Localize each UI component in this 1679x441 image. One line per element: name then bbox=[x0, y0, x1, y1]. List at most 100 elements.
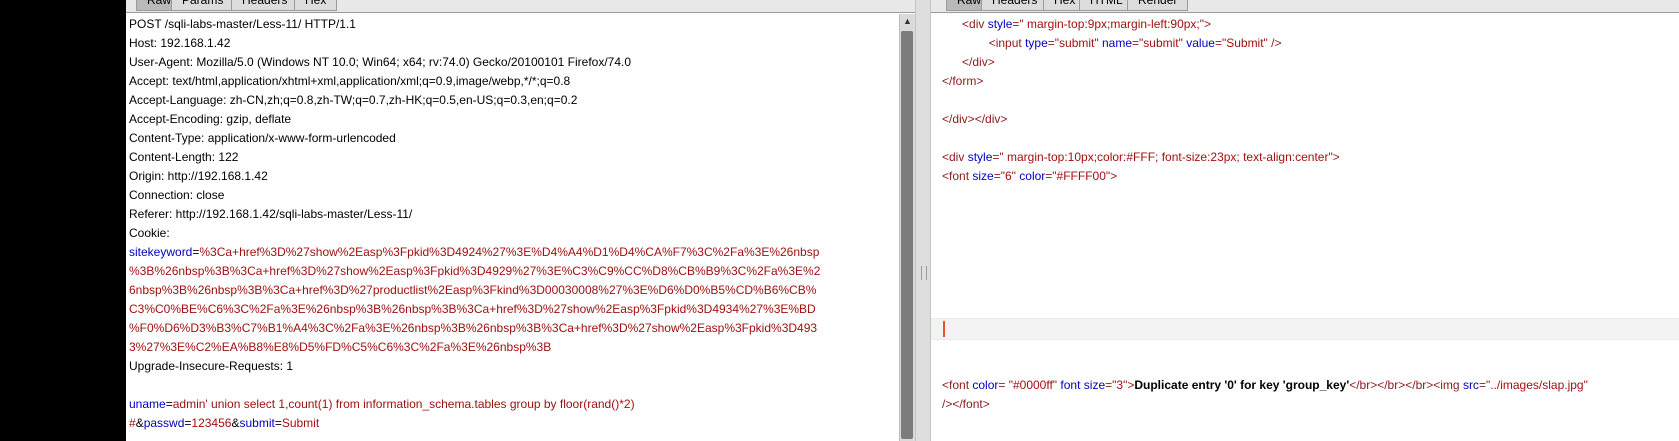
param-value: Submit bbox=[281, 416, 320, 430]
tab-request-params[interactable]: Params bbox=[171, 0, 235, 11]
tab-response-render[interactable]: Render bbox=[1127, 0, 1189, 11]
blank-area bbox=[942, 186, 1679, 376]
attr-value: "submit" bbox=[1139, 36, 1183, 50]
attr: style bbox=[967, 150, 993, 164]
attr-value: "Submit" bbox=[1221, 36, 1268, 50]
header-upgrade-insecure: Upgrade-Insecure-Requests: 1 bbox=[129, 359, 294, 373]
eq: = bbox=[1132, 36, 1140, 50]
sql-error-message: Duplicate entry '0' for key 'group_key' bbox=[1134, 378, 1350, 392]
tag: </br></br></br> bbox=[1349, 378, 1434, 392]
eq: = bbox=[1478, 378, 1486, 392]
attr: color bbox=[1019, 169, 1046, 183]
request-editor[interactable]: POST /sqli-labs-master/Less-11/ HTTP/1.1… bbox=[129, 15, 915, 441]
eq: =" bbox=[1012, 17, 1024, 31]
tag: <img bbox=[1433, 378, 1463, 392]
ampersand: & bbox=[135, 416, 144, 430]
tab-request-hex[interactable]: Hex bbox=[294, 0, 338, 11]
cookie-value: %3Ca+href%3D%27show%2Easp%3Fpkid%3D4924%… bbox=[199, 245, 820, 259]
cookie-value-cont: %F0%D6%D3%B3%C7%B1%A4%3C%2Fa%3E%26nbsp%3… bbox=[129, 321, 818, 335]
attr: name bbox=[1101, 36, 1133, 50]
attr: src bbox=[1462, 378, 1479, 392]
tag: <input bbox=[988, 36, 1026, 50]
tag: </div> bbox=[962, 55, 995, 69]
header-referer: Referer: http://192.168.1.42/sqli-labs-m… bbox=[129, 207, 413, 221]
cookie-value-cont: %3B%26nbsp%3B%3Ca+href%3D%27show%2Easp%3… bbox=[129, 264, 821, 278]
scroll-up-icon[interactable]: ▲ bbox=[900, 14, 915, 29]
scroll-thumb[interactable] bbox=[901, 31, 913, 439]
tag: <div bbox=[942, 150, 968, 164]
response-pane: Raw Headers Hex HTML Render <div style="… bbox=[931, 0, 1679, 441]
response-line: </div></div> bbox=[942, 112, 1008, 126]
attr-value: "../images/slap.jpg" bbox=[1485, 378, 1588, 392]
attr: style bbox=[987, 17, 1013, 31]
request-line: POST /sqli-labs-master/Less-11/ HTTP/1.1 bbox=[129, 17, 356, 31]
header-accept-language: Accept-Language: zh-CN,zh;q=0.8,zh-TW;q=… bbox=[129, 93, 578, 107]
equals: = bbox=[274, 416, 282, 430]
attr: font size bbox=[1060, 378, 1106, 392]
tag: > bbox=[1110, 169, 1118, 183]
cookie-value-cont: 6nbsp%3B%26nbsp%3B%3Ca+href%3D%27product… bbox=[129, 283, 817, 297]
tab-request-headers[interactable]: Headers bbox=[231, 0, 299, 11]
param-value: 123456 bbox=[191, 416, 232, 430]
response-line: </div> bbox=[942, 53, 1679, 72]
header-accept-encoding: Accept-Encoding: gzip, deflate bbox=[129, 112, 292, 126]
param-value: admin' union select 1,count(1) from info… bbox=[172, 397, 635, 411]
attr-value: "#FFFF00" bbox=[1052, 169, 1111, 183]
eq: = bbox=[1214, 36, 1222, 50]
response-line: <input type="submit" name="submit" value… bbox=[942, 34, 1679, 53]
response-line: <div style=" margin-top:9px;margin-left:… bbox=[942, 15, 1679, 34]
header-connection: Connection: close bbox=[129, 188, 225, 202]
attr: type bbox=[1025, 36, 1048, 50]
header-cookie: Cookie: bbox=[129, 226, 170, 240]
equals: = bbox=[165, 397, 173, 411]
response-line: <font size="6" color="#FFFF00"> bbox=[942, 167, 1679, 186]
cookie-line: sitekeyword=%3Ca+href%3D%27show%2Easp%3F… bbox=[129, 243, 915, 262]
tab-response-headers[interactable]: Headers bbox=[981, 0, 1049, 11]
attr-value: margin-top:10px;color:#FFF; font-size:23… bbox=[1003, 150, 1329, 164]
tag: <div bbox=[962, 17, 988, 31]
header-accept: Accept: text/html,application/xhtml+xml,… bbox=[129, 74, 571, 88]
tag: <font bbox=[942, 169, 973, 183]
header-origin: Origin: http://192.168.1.42 bbox=[129, 169, 268, 183]
request-scrollbar[interactable]: ▲ bbox=[899, 14, 915, 441]
attr: color bbox=[972, 378, 999, 392]
cookie-value-cont: 3%27%3E%C2%EA%B8%E8%D5%FD%C5%C6%3C%2Fa%3… bbox=[129, 340, 552, 354]
tab-response-html[interactable]: HTML bbox=[1079, 0, 1134, 11]
body-param-uname: uname=admin' union select 1,count(1) fro… bbox=[129, 395, 915, 414]
tag: <font bbox=[942, 378, 973, 392]
attr-value: "#0000ff" bbox=[1005, 378, 1058, 392]
attr-value: "submit" bbox=[1054, 36, 1099, 50]
eq: =" bbox=[992, 150, 1004, 164]
request-pane: Raw Params Headers Hex POST /sqli-labs-m… bbox=[126, 0, 915, 441]
param-value: # bbox=[129, 416, 136, 430]
tag: "> bbox=[1199, 17, 1212, 31]
attr-value: margin-top:9px;margin-left:90px; bbox=[1023, 17, 1200, 31]
response-line: </form> bbox=[942, 74, 984, 88]
response-error-line: <font color= "#0000ff" font size="3">Dup… bbox=[942, 376, 1679, 395]
response-tabbar: Raw Headers Hex HTML Render bbox=[931, 0, 1679, 13]
body-params-continued: #&passwd=123456&submit=Submit bbox=[129, 414, 915, 433]
header-user-agent: User-Agent: Mozilla/5.0 (Windows NT 10.0… bbox=[129, 55, 632, 69]
cookie-value-cont: C3%C0%BE%C6%3C%2Fa%3E%26nbsp%3B%26nbsp%3… bbox=[129, 302, 816, 316]
attr: size bbox=[972, 169, 994, 183]
response-line: /></font> bbox=[942, 397, 990, 411]
eq: = bbox=[1047, 36, 1055, 50]
header-content-length: Content-Length: 122 bbox=[129, 150, 239, 164]
request-tabbar: Raw Params Headers Hex bbox=[126, 0, 915, 13]
eq: = bbox=[993, 169, 1001, 183]
header-content-type: Content-Type: application/x-www-form-url… bbox=[129, 131, 396, 145]
tag: /> bbox=[1267, 36, 1282, 50]
param-key: uname bbox=[129, 397, 166, 411]
attr-value: "3" bbox=[1112, 378, 1128, 392]
split-divider[interactable] bbox=[915, 0, 931, 441]
tag: "> bbox=[1328, 150, 1340, 164]
param-key: passwd bbox=[143, 416, 185, 430]
response-editor[interactable]: <div style=" margin-top:9px;margin-left:… bbox=[942, 15, 1679, 441]
attr-value: "6" bbox=[1000, 169, 1016, 183]
